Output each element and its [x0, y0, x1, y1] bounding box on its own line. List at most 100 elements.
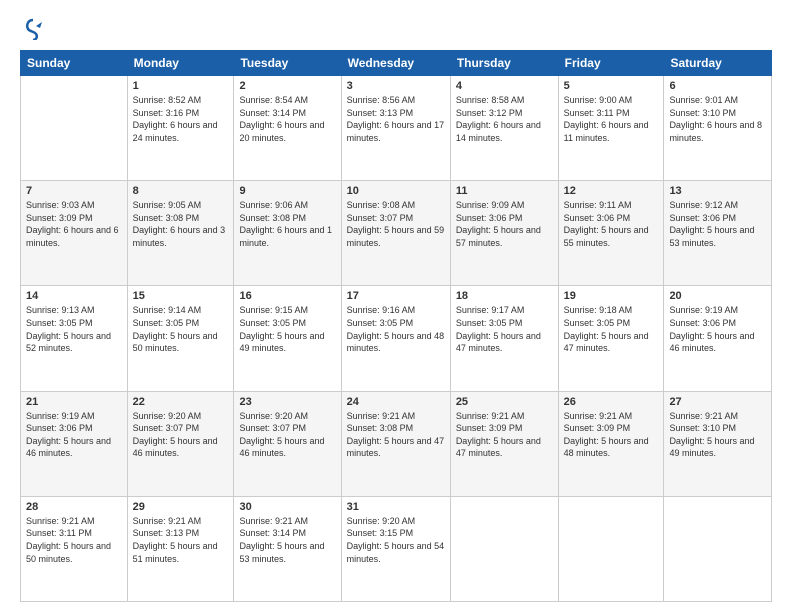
header: [20, 18, 772, 40]
day-number: 20: [669, 290, 766, 302]
day-info: Sunrise: 9:21 AMSunset: 3:14 PMDaylight:…: [239, 515, 335, 565]
calendar-cell: 23 Sunrise: 9:20 AMSunset: 3:07 PMDaylig…: [234, 391, 341, 496]
calendar-cell: 24 Sunrise: 9:21 AMSunset: 3:08 PMDaylig…: [341, 391, 450, 496]
calendar-cell: 12 Sunrise: 9:11 AMSunset: 3:06 PMDaylig…: [558, 181, 664, 286]
day-number: 8: [133, 185, 229, 197]
day-number: 4: [456, 80, 553, 92]
day-info: Sunrise: 9:21 AMSunset: 3:09 PMDaylight:…: [456, 410, 553, 460]
calendar-cell: 30 Sunrise: 9:21 AMSunset: 3:14 PMDaylig…: [234, 496, 341, 601]
day-number: 23: [239, 396, 335, 408]
day-number: 3: [347, 80, 445, 92]
day-info: Sunrise: 9:17 AMSunset: 3:05 PMDaylight:…: [456, 304, 553, 354]
day-info: Sunrise: 9:20 AMSunset: 3:15 PMDaylight:…: [347, 515, 445, 565]
day-info: Sunrise: 9:05 AMSunset: 3:08 PMDaylight:…: [133, 199, 229, 249]
calendar-cell: 25 Sunrise: 9:21 AMSunset: 3:09 PMDaylig…: [450, 391, 558, 496]
calendar-cell: 9 Sunrise: 9:06 AMSunset: 3:08 PMDayligh…: [234, 181, 341, 286]
calendar-cell: 3 Sunrise: 8:56 AMSunset: 3:13 PMDayligh…: [341, 76, 450, 181]
col-monday: Monday: [127, 51, 234, 76]
day-number: 29: [133, 501, 229, 513]
col-friday: Friday: [558, 51, 664, 76]
day-info: Sunrise: 9:18 AMSunset: 3:05 PMDaylight:…: [564, 304, 659, 354]
calendar-cell: 1 Sunrise: 8:52 AMSunset: 3:16 PMDayligh…: [127, 76, 234, 181]
calendar-cell: 18 Sunrise: 9:17 AMSunset: 3:05 PMDaylig…: [450, 286, 558, 391]
day-number: 16: [239, 290, 335, 302]
day-info: Sunrise: 8:56 AMSunset: 3:13 PMDaylight:…: [347, 94, 445, 144]
day-info: Sunrise: 9:20 AMSunset: 3:07 PMDaylight:…: [133, 410, 229, 460]
day-info: Sunrise: 9:09 AMSunset: 3:06 PMDaylight:…: [456, 199, 553, 249]
calendar-cell: 27 Sunrise: 9:21 AMSunset: 3:10 PMDaylig…: [664, 391, 772, 496]
day-info: Sunrise: 9:03 AMSunset: 3:09 PMDaylight:…: [26, 199, 122, 249]
calendar-cell: 20 Sunrise: 9:19 AMSunset: 3:06 PMDaylig…: [664, 286, 772, 391]
day-number: 18: [456, 290, 553, 302]
calendar-cell: 8 Sunrise: 9:05 AMSunset: 3:08 PMDayligh…: [127, 181, 234, 286]
logo: [20, 18, 44, 40]
day-info: Sunrise: 9:21 AMSunset: 3:08 PMDaylight:…: [347, 410, 445, 460]
day-number: 21: [26, 396, 122, 408]
day-info: Sunrise: 9:21 AMSunset: 3:13 PMDaylight:…: [133, 515, 229, 565]
day-info: Sunrise: 9:13 AMSunset: 3:05 PMDaylight:…: [26, 304, 122, 354]
day-number: 25: [456, 396, 553, 408]
day-info: Sunrise: 9:01 AMSunset: 3:10 PMDaylight:…: [669, 94, 766, 144]
day-info: Sunrise: 9:00 AMSunset: 3:11 PMDaylight:…: [564, 94, 659, 144]
day-number: 30: [239, 501, 335, 513]
day-number: 17: [347, 290, 445, 302]
day-number: 5: [564, 80, 659, 92]
calendar-cell: 10 Sunrise: 9:08 AMSunset: 3:07 PMDaylig…: [341, 181, 450, 286]
calendar-cell: [450, 496, 558, 601]
day-info: Sunrise: 8:52 AMSunset: 3:16 PMDaylight:…: [133, 94, 229, 144]
calendar: Sunday Monday Tuesday Wednesday Thursday…: [20, 50, 772, 602]
calendar-cell: 19 Sunrise: 9:18 AMSunset: 3:05 PMDaylig…: [558, 286, 664, 391]
day-info: Sunrise: 9:19 AMSunset: 3:06 PMDaylight:…: [669, 304, 766, 354]
day-number: 13: [669, 185, 766, 197]
calendar-cell: 7 Sunrise: 9:03 AMSunset: 3:09 PMDayligh…: [21, 181, 128, 286]
calendar-header-row: Sunday Monday Tuesday Wednesday Thursday…: [21, 51, 772, 76]
day-number: 12: [564, 185, 659, 197]
day-number: 15: [133, 290, 229, 302]
day-info: Sunrise: 8:58 AMSunset: 3:12 PMDaylight:…: [456, 94, 553, 144]
calendar-cell: 11 Sunrise: 9:09 AMSunset: 3:06 PMDaylig…: [450, 181, 558, 286]
calendar-cell: 28 Sunrise: 9:21 AMSunset: 3:11 PMDaylig…: [21, 496, 128, 601]
day-number: 11: [456, 185, 553, 197]
col-thursday: Thursday: [450, 51, 558, 76]
day-info: Sunrise: 9:19 AMSunset: 3:06 PMDaylight:…: [26, 410, 122, 460]
day-number: 9: [239, 185, 335, 197]
calendar-cell: 26 Sunrise: 9:21 AMSunset: 3:09 PMDaylig…: [558, 391, 664, 496]
day-number: 14: [26, 290, 122, 302]
day-number: 7: [26, 185, 122, 197]
day-info: Sunrise: 9:14 AMSunset: 3:05 PMDaylight:…: [133, 304, 229, 354]
calendar-cell: 31 Sunrise: 9:20 AMSunset: 3:15 PMDaylig…: [341, 496, 450, 601]
day-number: 27: [669, 396, 766, 408]
col-tuesday: Tuesday: [234, 51, 341, 76]
day-number: 22: [133, 396, 229, 408]
calendar-cell: 4 Sunrise: 8:58 AMSunset: 3:12 PMDayligh…: [450, 76, 558, 181]
day-info: Sunrise: 9:21 AMSunset: 3:10 PMDaylight:…: [669, 410, 766, 460]
calendar-cell: 6 Sunrise: 9:01 AMSunset: 3:10 PMDayligh…: [664, 76, 772, 181]
calendar-cell: 14 Sunrise: 9:13 AMSunset: 3:05 PMDaylig…: [21, 286, 128, 391]
col-saturday: Saturday: [664, 51, 772, 76]
day-number: 31: [347, 501, 445, 513]
day-number: 28: [26, 501, 122, 513]
calendar-cell: 15 Sunrise: 9:14 AMSunset: 3:05 PMDaylig…: [127, 286, 234, 391]
calendar-week-row: 14 Sunrise: 9:13 AMSunset: 3:05 PMDaylig…: [21, 286, 772, 391]
day-info: Sunrise: 9:21 AMSunset: 3:09 PMDaylight:…: [564, 410, 659, 460]
day-info: Sunrise: 9:21 AMSunset: 3:11 PMDaylight:…: [26, 515, 122, 565]
calendar-cell: [558, 496, 664, 601]
calendar-cell: 2 Sunrise: 8:54 AMSunset: 3:14 PMDayligh…: [234, 76, 341, 181]
day-info: Sunrise: 9:08 AMSunset: 3:07 PMDaylight:…: [347, 199, 445, 249]
day-number: 24: [347, 396, 445, 408]
calendar-week-row: 28 Sunrise: 9:21 AMSunset: 3:11 PMDaylig…: [21, 496, 772, 601]
day-info: Sunrise: 9:15 AMSunset: 3:05 PMDaylight:…: [239, 304, 335, 354]
day-number: 2: [239, 80, 335, 92]
calendar-cell: 21 Sunrise: 9:19 AMSunset: 3:06 PMDaylig…: [21, 391, 128, 496]
day-info: Sunrise: 9:20 AMSunset: 3:07 PMDaylight:…: [239, 410, 335, 460]
day-number: 10: [347, 185, 445, 197]
day-info: Sunrise: 9:16 AMSunset: 3:05 PMDaylight:…: [347, 304, 445, 354]
day-info: Sunrise: 9:06 AMSunset: 3:08 PMDaylight:…: [239, 199, 335, 249]
col-sunday: Sunday: [21, 51, 128, 76]
logo-icon: [22, 18, 44, 40]
calendar-week-row: 1 Sunrise: 8:52 AMSunset: 3:16 PMDayligh…: [21, 76, 772, 181]
day-number: 26: [564, 396, 659, 408]
calendar-cell: 17 Sunrise: 9:16 AMSunset: 3:05 PMDaylig…: [341, 286, 450, 391]
calendar-cell: 5 Sunrise: 9:00 AMSunset: 3:11 PMDayligh…: [558, 76, 664, 181]
day-info: Sunrise: 9:12 AMSunset: 3:06 PMDaylight:…: [669, 199, 766, 249]
